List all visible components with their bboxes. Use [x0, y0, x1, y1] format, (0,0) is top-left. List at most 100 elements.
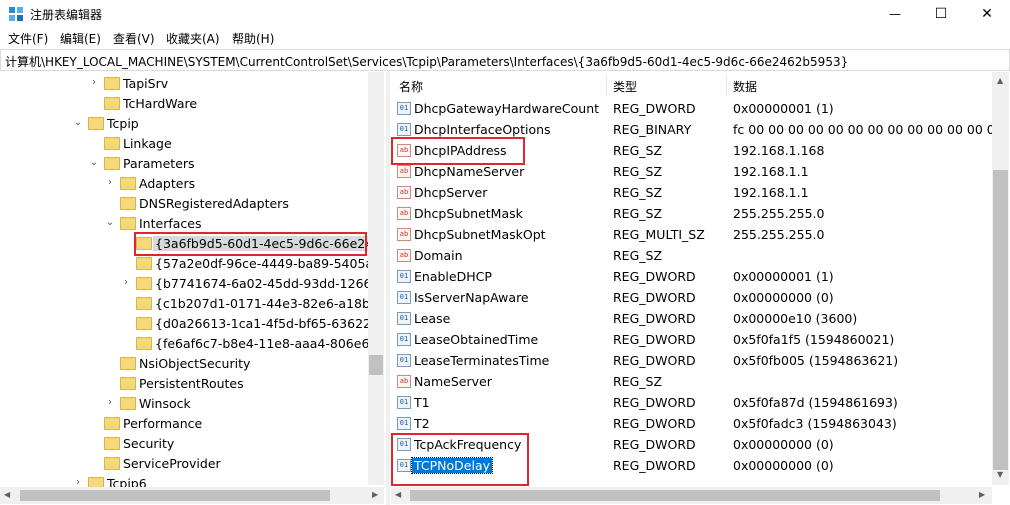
tree-item[interactable]: {c1b207d1-0171-44e3-82e6-a18b: [0, 294, 370, 314]
scroll-left-icon[interactable]: ◀: [4, 490, 10, 499]
menu-help[interactable]: 帮助(H): [232, 30, 274, 47]
collapse-icon[interactable]: ⌄: [89, 158, 99, 168]
menu-edit[interactable]: 编辑(E): [60, 30, 101, 47]
tree-item[interactable]: › TapiSrv: [0, 74, 368, 94]
menu-file[interactable]: 文件(F): [8, 30, 48, 47]
value-row[interactable]: ab DhcpServer REG_SZ 192.168.1.1: [391, 182, 992, 203]
scroll-down-icon[interactable]: ▼: [997, 470, 1003, 479]
value-row[interactable]: 01 Lease REG_DWORD 0x00000e10 (3600): [391, 308, 992, 329]
value-row[interactable]: ab NameServer REG_SZ: [391, 371, 992, 392]
value-data: 192.168.1.1: [733, 164, 809, 179]
tree-item[interactable]: {d0a26613-1ca1-4f5d-bf65-63622: [0, 314, 371, 334]
value-type: REG_DWORD: [613, 290, 696, 305]
tree-item-label: Performance: [123, 416, 203, 431]
tree-item[interactable]: › Adapters: [0, 174, 368, 194]
maximize-button[interactable]: ☐: [918, 0, 964, 27]
tree-item[interactable]: ServiceProvider: [0, 454, 368, 474]
value-row[interactable]: ab DhcpSubnetMask REG_SZ 255.255.255.0: [391, 203, 992, 224]
scroll-left-icon[interactable]: ◀: [395, 490, 401, 499]
tree-item[interactable]: NsiObjectSecurity: [0, 354, 368, 374]
tree-item[interactable]: › {b7741674-6a02-45dd-93dd-1266: [0, 274, 371, 294]
close-button[interactable]: ✕: [964, 0, 1010, 27]
tree-item[interactable]: Security: [0, 434, 368, 454]
tree-item[interactable]: ⌄ Parameters: [0, 154, 368, 174]
value-name: LeaseObtainedTime: [414, 332, 539, 347]
value-data: 192.168.1.1: [733, 185, 809, 200]
value-row[interactable]: 01 T1 REG_DWORD 0x5f0fa87d (1594861693): [391, 392, 992, 413]
key-tree[interactable]: › TapiSrv TcHardWare ⌄ Tcpip Linkage ⌄ Paramete…: [0, 72, 384, 505]
tree-vertical-scrollbar[interactable]: [368, 72, 384, 485]
value-row[interactable]: 01 DhcpGatewayHardwareCount REG_DWORD 0x000…: [391, 98, 992, 119]
value-row[interactable]: ab Domain REG_SZ: [391, 245, 992, 266]
folder-icon: [120, 197, 136, 210]
expand-icon[interactable]: ›: [105, 398, 115, 408]
tree-item[interactable]: {57a2e0df-96ce-4449-ba89-5405a: [0, 254, 373, 274]
value-data: 0x00000001 (1): [733, 101, 834, 116]
value-type: REG_DWORD: [613, 311, 696, 326]
tree-item[interactable]: ⌄ Tcpip: [0, 114, 368, 134]
minimize-button[interactable]: —: [872, 0, 918, 27]
expand-icon[interactable]: ›: [121, 278, 131, 288]
expand-icon[interactable]: ›: [89, 78, 99, 88]
scroll-right-icon[interactable]: ▶: [372, 490, 378, 499]
value-name: T1: [414, 395, 430, 410]
tree-item[interactable]: {fe6af6c7-b8e4-11e8-aaa4-806e6f: [0, 334, 374, 354]
tree-horizontal-scroll-thumb[interactable]: [20, 490, 330, 501]
tree-item[interactable]: Performance: [0, 414, 368, 434]
value-data: 255.255.255.0: [733, 206, 825, 221]
tree-item[interactable]: PersistentRoutes: [0, 374, 368, 394]
tree-item-label: Interfaces: [139, 216, 202, 231]
binary-value-icon: 01: [397, 123, 411, 136]
value-type: REG_DWORD: [613, 332, 696, 347]
tree-item-label: ServiceProvider: [123, 456, 221, 471]
value-row[interactable]: 01 LeaseObtainedTime REG_DWORD 0x5f0fa1f5 (…: [391, 329, 992, 350]
tree-item-label: Adapters: [139, 176, 196, 191]
value-data: 0x5f0fb005 (1594863621): [733, 353, 899, 368]
value-data: 192.168.1.168: [733, 143, 825, 158]
tree-item[interactable]: ⌄ Interfaces: [0, 214, 368, 234]
value-row[interactable]: 01 EnableDHCP REG_DWORD 0x00000001 (1): [391, 266, 992, 287]
expand-icon[interactable]: ›: [105, 178, 115, 188]
string-value-icon: ab: [397, 165, 411, 178]
value-data: 0x5f0fadc3 (1594863043): [733, 416, 897, 431]
binary-value-icon: 01: [397, 291, 411, 304]
regedit-app-icon: [8, 6, 24, 22]
list-horizontal-scroll-thumb[interactable]: [410, 490, 940, 501]
values-list[interactable]: 01 DhcpGatewayHardwareCount REG_DWORD 0x000…: [391, 72, 992, 485]
tree-item-label: Security: [123, 436, 175, 451]
pane-splitter[interactable]: [386, 72, 390, 505]
collapse-icon[interactable]: ⌄: [105, 218, 115, 228]
value-row[interactable]: 01 T2 REG_DWORD 0x5f0fadc3 (1594863043): [391, 413, 992, 434]
value-name: DhcpGatewayHardwareCount: [414, 101, 600, 116]
tree-item[interactable]: Linkage: [0, 134, 368, 154]
tree-item[interactable]: TcHardWare: [0, 94, 368, 114]
menu-favorites[interactable]: 收藏夹(A): [166, 30, 220, 47]
menu-bar: 文件(F) 编辑(E) 查看(V) 收藏夹(A) 帮助(H): [0, 28, 1010, 48]
folder-icon: [136, 297, 152, 310]
value-data: 0x00000000 (0): [733, 290, 834, 305]
tree-item-label: Parameters: [123, 156, 195, 171]
value-row[interactable]: 01 IsServerNapAware REG_DWORD 0x00000000 (0…: [391, 287, 992, 308]
value-data: 0x00000001 (1): [733, 269, 834, 284]
list-vertical-scroll-thumb[interactable]: [993, 170, 1008, 470]
menu-view[interactable]: 查看(V): [113, 30, 155, 47]
collapse-icon[interactable]: ⌄: [73, 118, 83, 128]
scroll-up-icon[interactable]: ▲: [997, 76, 1003, 85]
window-title: 注册表编辑器: [30, 8, 103, 22]
value-type: REG_SZ: [613, 248, 663, 263]
tree-vertical-scroll-thumb[interactable]: [369, 355, 383, 375]
value-row[interactable]: ab DhcpSubnetMaskOpt REG_MULTI_SZ 255.255.2…: [391, 224, 992, 245]
scroll-right-icon[interactable]: ▶: [979, 490, 985, 499]
address-bar[interactable]: 计算机\HKEY_LOCAL_MACHINE\SYSTEM\CurrentCon…: [0, 49, 1010, 71]
value-row[interactable]: 01 LeaseTerminatesTime REG_DWORD 0x5f0fb005…: [391, 350, 992, 371]
folder-icon: [104, 437, 120, 450]
tree-item[interactable]: DNSRegisteredAdapters: [0, 194, 368, 214]
minimize-icon: —: [889, 6, 901, 21]
folder-icon: [120, 217, 136, 230]
folder-icon: [136, 337, 152, 350]
tree-item[interactable]: › Winsock: [0, 394, 368, 414]
